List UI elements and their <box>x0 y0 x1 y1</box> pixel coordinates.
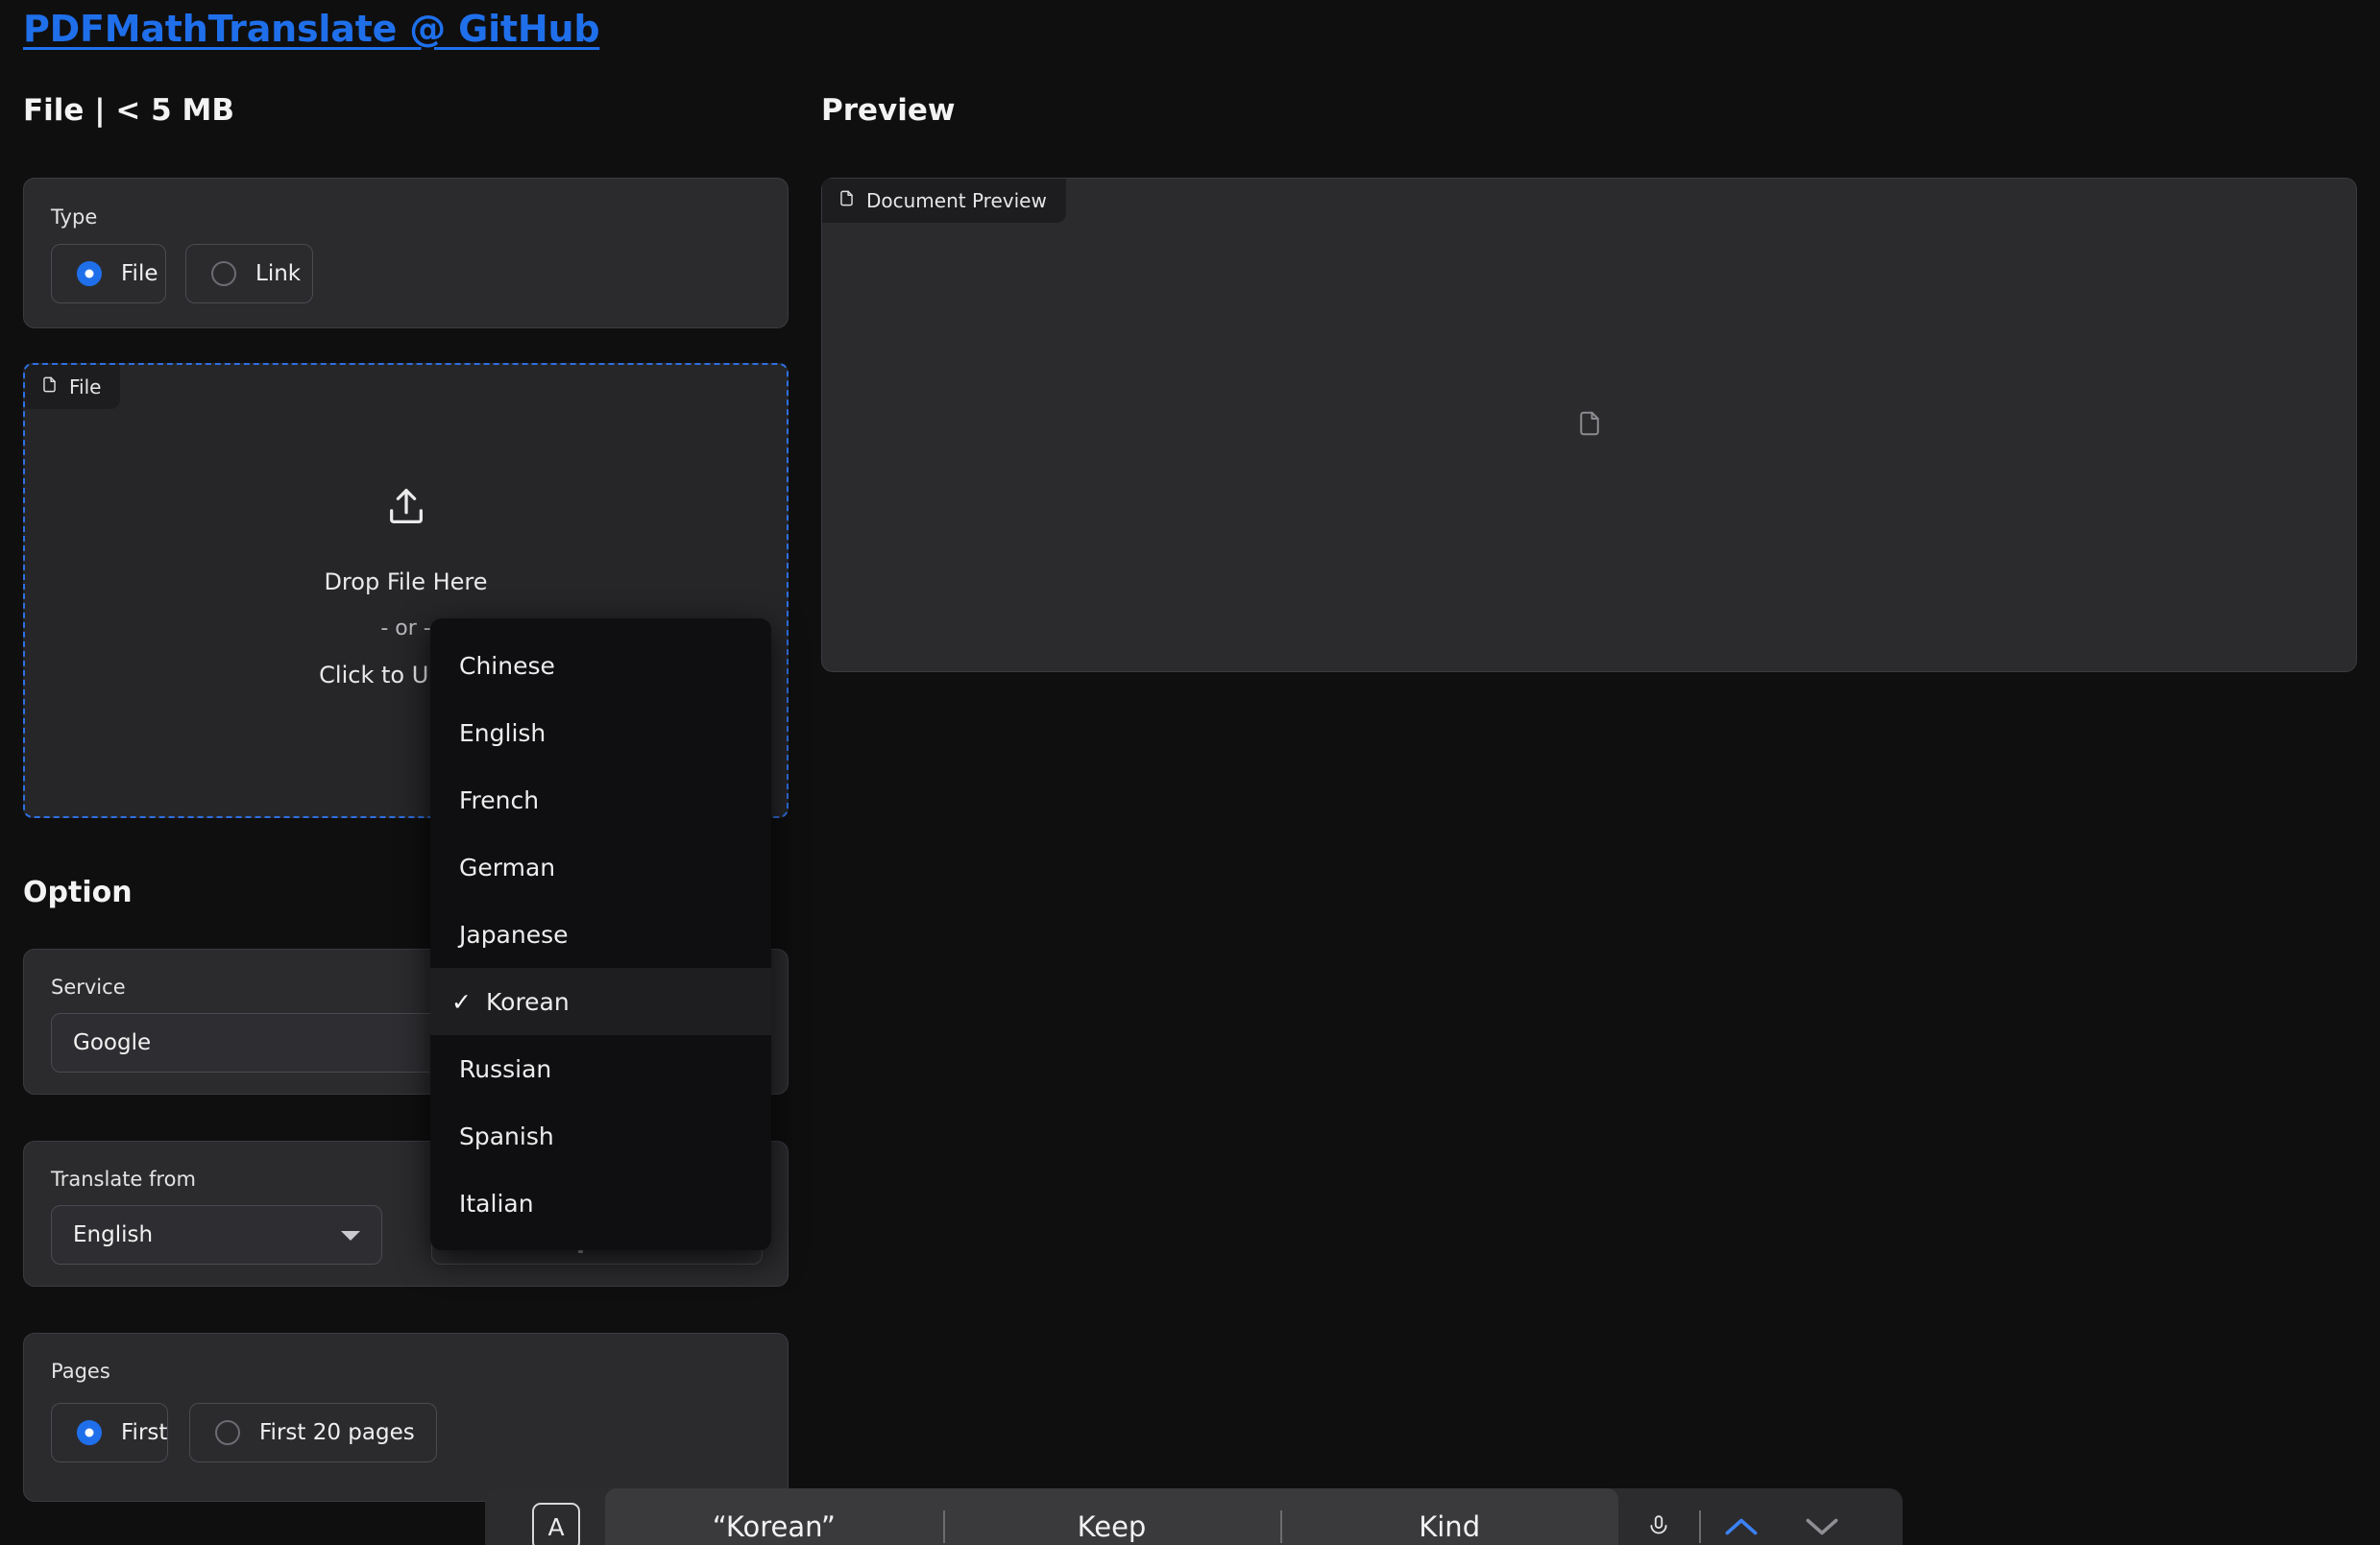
dropzone-file-tab[interactable]: File <box>25 365 121 409</box>
radio-indicator-first-20 <box>215 1420 240 1445</box>
preview-panel: Document Preview <box>821 178 2357 672</box>
radio-indicator-file <box>77 261 102 286</box>
type-card: Type File Link <box>23 178 789 328</box>
dropdown-option-label: Italian <box>459 1189 534 1218</box>
dropdown-option-english[interactable]: English <box>430 699 771 766</box>
chevron-down-icon <box>341 1231 360 1241</box>
service-card-label: Service <box>51 976 126 999</box>
chevron-up-icon[interactable] <box>1701 1514 1782 1539</box>
radio-indicator-link <box>211 261 236 286</box>
dropdown-option-label: Japanese <box>459 920 569 949</box>
preview-section-heading: Preview <box>821 93 956 128</box>
dropdown-option-label: Korean <box>486 987 570 1016</box>
dropdown-option-japanese[interactable]: Japanese <box>430 901 771 968</box>
language-dropdown-menu[interactable]: Chinese English French German Japanese ✓… <box>430 618 771 1250</box>
radio-indicator-first <box>77 1420 102 1445</box>
pages-card-label: Pages <box>51 1360 110 1383</box>
ime-suggestion-bar: A “Korean” Keep Kind <box>485 1488 1903 1545</box>
check-icon: ✓ <box>451 987 472 1016</box>
ime-suggestion-strip: “Korean” Keep Kind <box>605 1488 1618 1545</box>
ime-actions <box>1618 1488 1862 1545</box>
dropdown-option-korean[interactable]: ✓ Korean <box>430 968 771 1035</box>
radio-label-first-20: First 20 pages <box>259 1420 415 1445</box>
service-select-value: Google <box>73 1030 152 1055</box>
radio-type-file[interactable]: File <box>51 244 166 303</box>
ime-suggestion-1[interactable]: Keep <box>943 1510 1281 1543</box>
preview-document-tab-label: Document Preview <box>866 189 1047 212</box>
document-icon <box>40 374 59 400</box>
radio-label-file: File <box>121 261 158 286</box>
dropdown-option-label: French <box>459 785 540 814</box>
file-section-heading: File | < 5 MB <box>23 93 234 128</box>
pages-card: Pages First First 20 pages <box>23 1333 789 1502</box>
dropdown-option-spanish[interactable]: Spanish <box>430 1102 771 1170</box>
radio-type-link[interactable]: Link <box>185 244 313 303</box>
radio-pages-first[interactable]: First <box>51 1403 168 1462</box>
github-repo-link[interactable]: PDFMathTranslate @ GitHub <box>23 8 600 50</box>
dropzone-file-tab-label: File <box>69 375 102 398</box>
translate-from-label: Translate from <box>51 1168 196 1191</box>
preview-empty-state <box>822 179 2356 671</box>
ime-suggestion-2[interactable]: Kind <box>1280 1510 1618 1543</box>
microphone-icon[interactable] <box>1618 1510 1699 1543</box>
document-icon <box>838 187 856 214</box>
option-section-heading: Option <box>23 876 133 909</box>
radio-label-first: First <box>121 1420 168 1445</box>
document-icon <box>1575 406 1604 445</box>
ime-mode-key[interactable]: A <box>532 1503 580 1545</box>
dropdown-option-label: Chinese <box>459 651 555 680</box>
radio-pages-first-20[interactable]: First 20 pages <box>189 1403 437 1462</box>
dropdown-option-label: English <box>459 718 546 747</box>
ime-suggestion-0[interactable]: “Korean” <box>605 1510 943 1543</box>
dropdown-option-german[interactable]: German <box>430 833 771 901</box>
dropzone-primary-text: Drop File Here <box>324 567 488 595</box>
chevron-down-icon[interactable] <box>1782 1514 1862 1539</box>
translate-from-value: English <box>73 1222 154 1247</box>
dropdown-option-chinese[interactable]: Chinese <box>430 632 771 699</box>
translate-from-select[interactable]: English <box>51 1205 382 1265</box>
dropdown-option-russian[interactable]: Russian <box>430 1035 771 1102</box>
dropzone-or-text: - or - <box>380 616 431 640</box>
preview-document-tab[interactable]: Document Preview <box>822 179 1066 223</box>
dropdown-option-italian[interactable]: Italian <box>430 1170 771 1237</box>
dropdown-option-label: Russian <box>459 1054 552 1083</box>
dropdown-option-french[interactable]: French <box>430 766 771 833</box>
upload-icon <box>384 483 428 535</box>
dropdown-option-label: Spanish <box>459 1122 554 1150</box>
radio-label-link: Link <box>255 261 302 286</box>
dropdown-option-label: German <box>459 853 556 881</box>
type-card-label: Type <box>51 205 98 229</box>
